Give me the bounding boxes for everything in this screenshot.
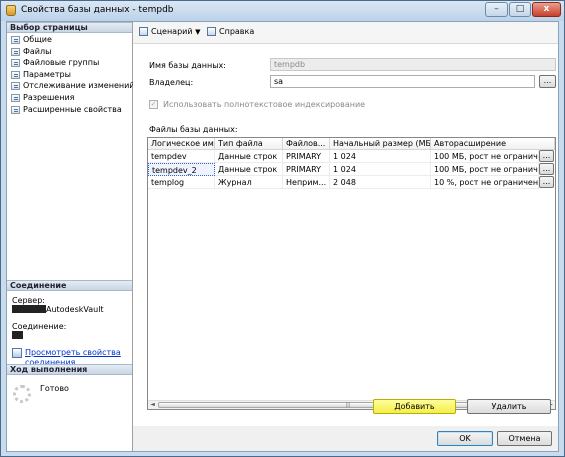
page-item-label: Файловые группы — [23, 58, 100, 68]
page-item-extended-properties[interactable]: Расширенные свойства — [7, 104, 132, 116]
table-cell[interactable]: 1 024 — [330, 163, 431, 176]
help-label: Справка — [219, 27, 255, 36]
left-pane: Выбор страницы Общие Файлы Файловые груп… — [7, 22, 135, 451]
page-item-change-tracking[interactable]: Отслеживание изменений — [7, 80, 135, 92]
page-item-label: Расширенные свойства — [23, 104, 122, 114]
help-icon — [207, 27, 216, 36]
files-label: Файлы базы данных: — [149, 125, 238, 134]
table-cell[interactable]: PRIMARY — [283, 163, 330, 176]
page-item-general[interactable]: Общие — [7, 34, 132, 46]
toolbar: Сценарий ▼ Справка — [133, 22, 558, 44]
table-cell[interactable]: Журнал — [215, 176, 283, 189]
right-pane: Сценарий ▼ Справка Имя базы данных: temp… — [133, 22, 558, 426]
dialog-client: Выбор страницы Общие Файлы Файловые груп… — [6, 21, 559, 452]
table-cell[interactable]: 100 МБ, рост не ограничен — [431, 150, 539, 163]
column-header[interactable]: Логическое имя — [148, 138, 215, 149]
redacted-block — [12, 331, 23, 339]
page-item-label: Разрешения — [23, 92, 75, 102]
server-value: AutodeskVault — [46, 305, 104, 314]
table-cell[interactable]: Неприм... — [283, 176, 330, 189]
server-label: Сервер: — [12, 296, 45, 305]
table-row[interactable]: tempdev_2 Данные строк PRIMARY 1 024 100… — [148, 163, 555, 176]
page-item-label: Общие — [23, 35, 52, 44]
connection-value — [12, 331, 23, 340]
script-icon — [139, 27, 148, 36]
connection-header: Соединение — [7, 280, 132, 291]
table-cell[interactable]: 100 МБ, рост не ограничен — [431, 163, 539, 176]
table-cell[interactable]: PRIMARY — [283, 150, 330, 163]
dropdown-arrow-icon[interactable]: ▼ — [195, 28, 200, 36]
table-header: Логическое имя Тип файла Файлов... Начал… — [148, 138, 555, 150]
script-label: Сценарий — [151, 27, 193, 36]
connection-properties-icon — [12, 348, 22, 358]
progress-header: Ход выполнения — [7, 364, 132, 375]
redacted-block — [12, 305, 46, 313]
files-table: Логическое имя Тип файла Файлов... Начал… — [147, 137, 556, 410]
minimize-button[interactable]: – — [485, 2, 508, 17]
pages-header: Выбор страницы — [7, 22, 132, 33]
ok-button[interactable]: OK — [437, 431, 493, 446]
title-bar: Свойства базы данных - tempdb – □ x — [1, 1, 564, 21]
cancel-button[interactable]: Отмена — [497, 431, 552, 446]
script-button[interactable]: Сценарий ▼ — [139, 27, 201, 36]
column-header[interactable]: Тип файла — [215, 138, 283, 149]
owner-field[interactable]: sa — [270, 75, 535, 88]
table-cell[interactable]: tempdev — [148, 150, 215, 163]
progress-spinner-icon — [13, 385, 31, 403]
table-cell[interactable]: templog — [148, 176, 215, 189]
server-value-row: AutodeskVault — [12, 305, 104, 314]
page-icon — [11, 36, 20, 44]
page-icon — [11, 59, 20, 68]
autogrowth-edit-button[interactable]: ... — [539, 176, 554, 188]
table-row[interactable]: tempdev Данные строк PRIMARY 1 024 100 М… — [148, 150, 555, 163]
page-item-label: Параметры — [23, 69, 71, 79]
page-item-permissions[interactable]: Разрешения — [7, 92, 132, 104]
table-cell-selected[interactable]: tempdev_2 — [148, 163, 215, 176]
table-cell[interactable]: Данные строк — [215, 163, 283, 176]
page-item-label: Отслеживание изменений — [23, 81, 135, 91]
dbname-label: Имя базы данных: — [149, 61, 226, 70]
page-item-options[interactable]: Параметры — [7, 69, 132, 81]
autogrowth-edit-button[interactable]: ... — [539, 163, 554, 175]
table-cell[interactable]: 2 048 — [330, 176, 431, 189]
column-header[interactable]: Начальный размер (МБ) — [330, 138, 431, 149]
page-list: Общие Файлы Файловые группы Параметры От… — [7, 34, 135, 116]
autogrowth-edit-button[interactable]: ... — [539, 150, 554, 162]
help-button[interactable]: Справка — [207, 27, 254, 36]
close-button[interactable]: x — [532, 2, 561, 17]
page-icon — [11, 70, 20, 79]
database-icon — [6, 5, 16, 16]
owner-browse-button[interactable]: ... — [539, 75, 556, 88]
page-item-files[interactable]: Файлы — [7, 46, 132, 58]
page-item-label: Файлы — [23, 46, 52, 56]
page-icon — [11, 47, 20, 56]
maximize-button[interactable]: □ — [509, 2, 531, 17]
page-icon — [11, 93, 20, 102]
page-icon — [11, 82, 20, 91]
window-title: Свойства базы данных - tempdb — [21, 5, 174, 15]
table-cell[interactable]: 10 %, рост не ограничен — [431, 176, 539, 189]
table-row[interactable]: templog Журнал Неприм... 2 048 10 %, рос… — [148, 176, 555, 189]
dbname-field: tempdb — [270, 58, 556, 71]
page-item-filegroups[interactable]: Файловые группы — [7, 57, 132, 69]
add-button[interactable]: Добавить — [373, 399, 456, 414]
connection-label: Соединение: — [12, 322, 67, 331]
scroll-left-icon[interactable]: ◄ — [148, 401, 157, 409]
fulltext-checkbox[interactable]: ✓ — [149, 100, 158, 109]
database-properties-window: Свойства базы данных - tempdb – □ x Выбо… — [0, 0, 565, 457]
column-header[interactable]: Авторасширение — [431, 138, 555, 149]
remove-button[interactable]: Удалить — [467, 399, 551, 414]
table-cell[interactable]: Данные строк — [215, 150, 283, 163]
fulltext-label: Использовать полнотекстовое индексирован… — [163, 100, 366, 109]
owner-label: Владелец: — [149, 78, 194, 87]
page-icon — [11, 105, 20, 114]
column-header[interactable]: Файлов... — [283, 138, 330, 149]
table-cell[interactable]: 1 024 — [330, 150, 431, 163]
progress-status: Готово — [40, 384, 69, 393]
